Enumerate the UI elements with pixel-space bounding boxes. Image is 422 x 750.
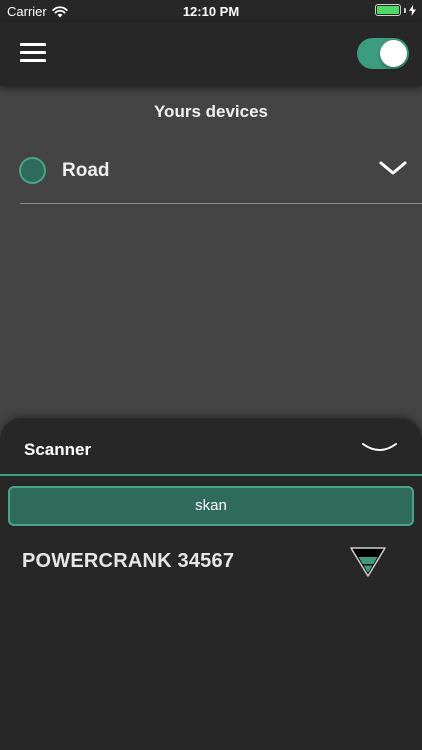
- status-dot-icon: [19, 157, 46, 184]
- power-toggle-switch[interactable]: [357, 38, 409, 69]
- menu-line: [20, 43, 46, 46]
- scanner-accent-line: [0, 474, 422, 476]
- navigation-bar: [0, 22, 422, 86]
- battery-icon: [375, 4, 401, 16]
- scan-result-item[interactable]: POWERCRANK 34567: [22, 546, 392, 582]
- device-row-road[interactable]: Road: [19, 154, 407, 188]
- signal-strength-icon: [350, 547, 386, 577]
- status-right: [375, 4, 416, 16]
- scanner-panel: Scanner skan POWERCRANK 34567: [0, 418, 422, 750]
- status-time: 12:10 PM: [182, 4, 240, 19]
- scan-button[interactable]: skan: [8, 486, 414, 526]
- hamburger-menu-icon[interactable]: [20, 42, 46, 64]
- device-divider: [20, 203, 422, 204]
- app-screen: Carrier 12:10 PM Yours devices Road Scan…: [0, 0, 422, 750]
- charging-bolt-icon: [409, 4, 416, 16]
- devices-section-title: Yours devices: [153, 102, 269, 121]
- chevron-down-icon[interactable]: [379, 158, 407, 178]
- menu-line: [20, 51, 46, 54]
- scan-result-name: POWERCRANK 34567: [22, 550, 235, 572]
- menu-line: [20, 59, 46, 62]
- scanner-title: Scanner: [24, 440, 92, 459]
- chevron-down-icon[interactable]: [362, 442, 397, 454]
- device-name: Road: [62, 160, 110, 181]
- battery-fill: [377, 6, 399, 14]
- battery-tip: [404, 7, 406, 13]
- toggle-knob: [380, 40, 407, 67]
- status-bar: Carrier 12:10 PM: [0, 0, 422, 22]
